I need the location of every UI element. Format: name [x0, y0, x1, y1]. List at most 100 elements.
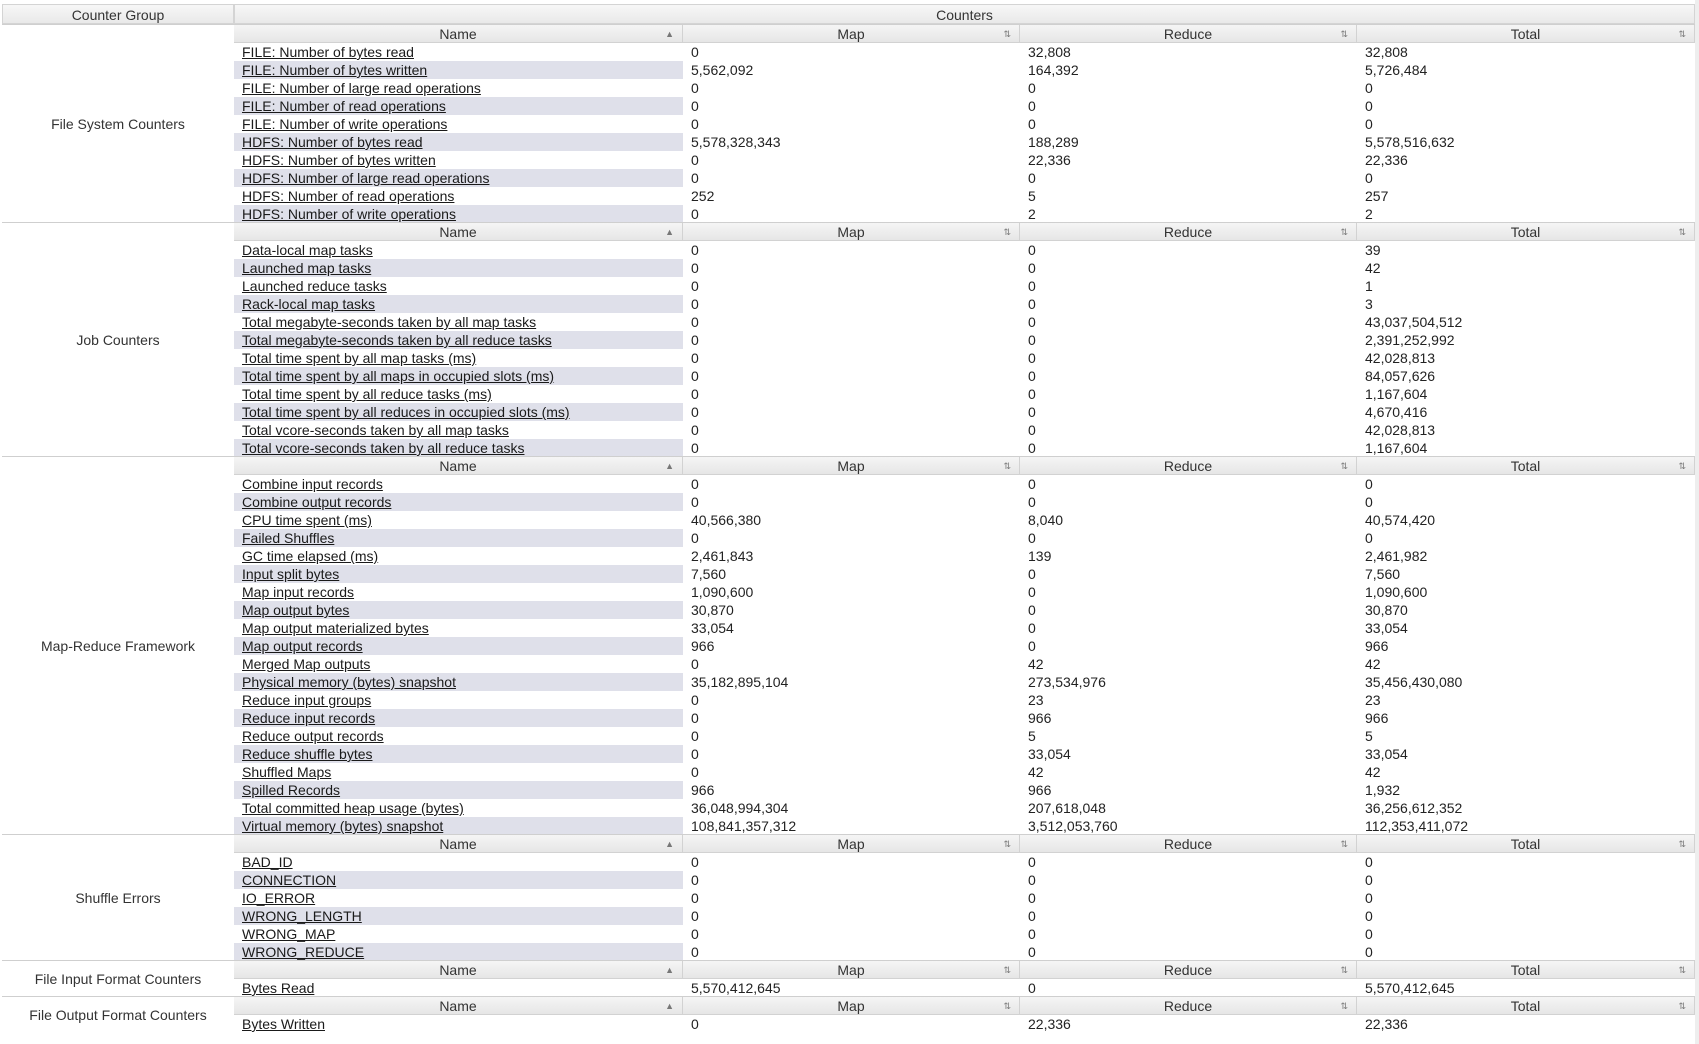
sort-both-icon[interactable]: ⇅	[1678, 25, 1686, 43]
sort-both-icon[interactable]: ⇅	[1340, 223, 1348, 241]
sort-both-icon[interactable]: ⇅	[1003, 997, 1011, 1015]
counter-name-link[interactable]: CONNECTION	[242, 872, 336, 888]
counter-name-link[interactable]: Shuffled Maps	[242, 764, 331, 780]
sort-both-icon[interactable]: ⇅	[1340, 835, 1348, 853]
sort-both-icon[interactable]: ⇅	[1003, 25, 1011, 43]
counter-name-link[interactable]: Bytes Written	[242, 1016, 325, 1032]
sort-ascending-icon[interactable]: ▲	[665, 835, 674, 853]
counter-name-link[interactable]: Spilled Records	[242, 782, 340, 798]
counter-name-link[interactable]: GC time elapsed (ms)	[242, 548, 378, 564]
counter-name-link[interactable]: Virtual memory (bytes) snapshot	[242, 818, 443, 834]
counter-name-link[interactable]: Failed Shuffles	[242, 530, 334, 546]
counter-name-link[interactable]: Map input records	[242, 584, 354, 600]
counter-name-link[interactable]: Map output materialized bytes	[242, 620, 429, 636]
sort-both-icon[interactable]: ⇅	[1003, 961, 1011, 979]
counter-name-link[interactable]: Total vcore-seconds taken by all map tas…	[242, 422, 509, 438]
column-header-map[interactable]: Map ⇅	[683, 997, 1020, 1015]
column-header-total[interactable]: Total ⇅	[1357, 961, 1695, 979]
sort-both-icon[interactable]: ⇅	[1340, 25, 1348, 43]
counter-name-link[interactable]: Total time spent by all map tasks (ms)	[242, 350, 476, 366]
column-header-name[interactable]: Name ▲	[234, 835, 683, 853]
counter-name-link[interactable]: CPU time spent (ms)	[242, 512, 372, 528]
counter-name-link[interactable]: FILE: Number of bytes written	[242, 62, 427, 78]
sort-ascending-icon[interactable]: ▲	[665, 223, 674, 241]
counter-name-link[interactable]: Total time spent by all reduces in occup…	[242, 404, 570, 420]
column-header-map[interactable]: Map ⇅	[683, 223, 1020, 241]
counter-group-header[interactable]: Counter Group	[2, 4, 234, 24]
column-header-reduce[interactable]: Reduce ⇅	[1020, 25, 1357, 43]
sort-ascending-icon[interactable]: ▲	[665, 25, 674, 43]
sort-both-icon[interactable]: ⇅	[1340, 961, 1348, 979]
column-header-name[interactable]: Name ▲	[234, 997, 683, 1015]
column-header-total[interactable]: Total ⇅	[1357, 223, 1695, 241]
counter-name-link[interactable]: Map output bytes	[242, 602, 349, 618]
counter-name-link[interactable]: FILE: Number of bytes read	[242, 44, 414, 60]
column-header-map[interactable]: Map ⇅	[683, 961, 1020, 979]
column-header-reduce[interactable]: Reduce ⇅	[1020, 997, 1357, 1015]
counter-name-link[interactable]: Total megabyte-seconds taken by all map …	[242, 314, 536, 330]
counter-name-link[interactable]: Reduce input records	[242, 710, 375, 726]
counter-name-link[interactable]: WRONG_LENGTH	[242, 908, 362, 924]
counter-name-link[interactable]: Combine input records	[242, 476, 383, 492]
counter-name-link[interactable]: Launched map tasks	[242, 260, 371, 276]
counter-name-link[interactable]: Total committed heap usage (bytes)	[242, 800, 464, 816]
counter-name-link[interactable]: Rack-local map tasks	[242, 296, 375, 312]
counter-name-link[interactable]: HDFS: Number of write operations	[242, 206, 456, 222]
counter-name-link[interactable]: Reduce output records	[242, 728, 384, 744]
sort-ascending-icon[interactable]: ▲	[665, 457, 674, 475]
column-header-name[interactable]: Name ▲	[234, 457, 683, 475]
counter-name-link[interactable]: Reduce shuffle bytes	[242, 746, 373, 762]
column-header-reduce[interactable]: Reduce ⇅	[1020, 835, 1357, 853]
sort-both-icon[interactable]: ⇅	[1340, 457, 1348, 475]
column-header-name[interactable]: Name ▲	[234, 25, 683, 43]
column-header-total[interactable]: Total ⇅	[1357, 835, 1695, 853]
vertical-scrollbar[interactable]	[1695, 0, 1699, 1044]
sort-ascending-icon[interactable]: ▲	[665, 961, 674, 979]
counter-name-link[interactable]: FILE: Number of read operations	[242, 98, 446, 114]
counter-name-link[interactable]: HDFS: Number of bytes read	[242, 134, 423, 150]
counter-name-link[interactable]: Launched reduce tasks	[242, 278, 387, 294]
counter-name-link[interactable]: WRONG_REDUCE	[242, 944, 364, 960]
column-header-total[interactable]: Total ⇅	[1357, 25, 1695, 43]
sort-both-icon[interactable]: ⇅	[1678, 961, 1686, 979]
sort-both-icon[interactable]: ⇅	[1678, 997, 1686, 1015]
sort-both-icon[interactable]: ⇅	[1340, 997, 1348, 1015]
sort-both-icon[interactable]: ⇅	[1003, 457, 1011, 475]
counter-name-link[interactable]: FILE: Number of large read operations	[242, 80, 481, 96]
counter-name-link[interactable]: FILE: Number of write operations	[242, 116, 447, 132]
sort-both-icon[interactable]: ⇅	[1678, 835, 1686, 853]
counter-name-link[interactable]: Total time spent by all maps in occupied…	[242, 368, 554, 384]
column-header-name[interactable]: Name ▲	[234, 961, 683, 979]
counter-name-link[interactable]: HDFS: Number of read operations	[242, 188, 454, 204]
column-header-total[interactable]: Total ⇅	[1357, 457, 1695, 475]
column-header-map[interactable]: Map ⇅	[683, 457, 1020, 475]
counter-name-link[interactable]: Total vcore-seconds taken by all reduce …	[242, 440, 524, 456]
counter-name-link[interactable]: BAD_ID	[242, 854, 293, 870]
counter-name-link[interactable]: Merged Map outputs	[242, 656, 370, 672]
counter-name-link[interactable]: IO_ERROR	[242, 890, 315, 906]
counter-name-link[interactable]: Bytes Read	[242, 980, 314, 996]
counter-name-link[interactable]: Input split bytes	[242, 566, 339, 582]
counter-name-link[interactable]: HDFS: Number of large read operations	[242, 170, 489, 186]
sort-ascending-icon[interactable]: ▲	[665, 997, 674, 1015]
column-header-total[interactable]: Total ⇅	[1357, 997, 1695, 1015]
sort-both-icon[interactable]: ⇅	[1003, 223, 1011, 241]
column-header-reduce[interactable]: Reduce ⇅	[1020, 223, 1357, 241]
counter-name-link[interactable]: Data-local map tasks	[242, 242, 373, 258]
column-header-reduce[interactable]: Reduce ⇅	[1020, 961, 1357, 979]
column-header-map[interactable]: Map ⇅	[683, 835, 1020, 853]
counter-name-link[interactable]: Reduce input groups	[242, 692, 371, 708]
column-header-map[interactable]: Map ⇅	[683, 25, 1020, 43]
counter-name-link[interactable]: Total megabyte-seconds taken by all redu…	[242, 332, 552, 348]
column-header-name[interactable]: Name ▲	[234, 223, 683, 241]
column-header-reduce[interactable]: Reduce ⇅	[1020, 457, 1357, 475]
sort-both-icon[interactable]: ⇅	[1003, 835, 1011, 853]
counter-name-link[interactable]: WRONG_MAP	[242, 926, 335, 942]
counter-name-link[interactable]: Combine output records	[242, 494, 391, 510]
sort-both-icon[interactable]: ⇅	[1678, 223, 1686, 241]
counter-name-link[interactable]: Total time spent by all reduce tasks (ms…	[242, 386, 492, 402]
counter-name-link[interactable]: Physical memory (bytes) snapshot	[242, 674, 456, 690]
counter-name-link[interactable]: Map output records	[242, 638, 363, 654]
counter-name-link[interactable]: HDFS: Number of bytes written	[242, 152, 436, 168]
sort-both-icon[interactable]: ⇅	[1678, 457, 1686, 475]
